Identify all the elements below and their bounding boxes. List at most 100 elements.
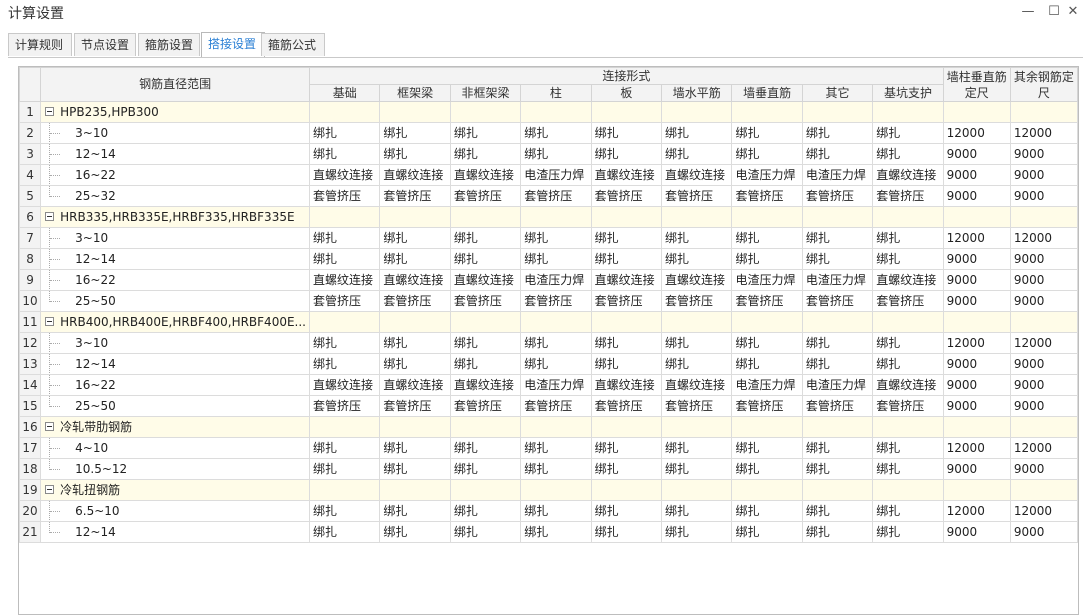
header-col[interactable]: 板 bbox=[590, 84, 663, 102]
connection-cell[interactable]: 套管挤压 bbox=[590, 395, 663, 417]
connection-cell[interactable]: 套管挤压 bbox=[731, 290, 803, 312]
table-row[interactable]: 9 16~22 直螺纹连接 直螺纹连接 直螺纹连接 电渣压力焊 直螺纹连接 直螺纹连接 电渣压力… bbox=[19, 269, 1078, 291]
connection-cell[interactable]: 绑扎 bbox=[590, 353, 663, 375]
connection-cell[interactable] bbox=[731, 416, 803, 438]
row-number[interactable]: 21 bbox=[19, 521, 42, 543]
connection-cell[interactable]: 套管挤压 bbox=[731, 395, 803, 417]
header-col[interactable]: 框架梁 bbox=[379, 84, 451, 102]
connection-cell[interactable] bbox=[449, 479, 522, 501]
connection-cell[interactable]: 绑扎 bbox=[308, 227, 381, 249]
connection-cell[interactable]: 套管挤压 bbox=[379, 395, 451, 417]
table-row[interactable]: 12 3~10 绑扎 绑扎 绑扎 绑扎 绑扎 绑扎 绑扎 绑扎 绑扎 12000 12000 bbox=[19, 332, 1078, 354]
other-length-cell[interactable]: 12000 bbox=[1009, 437, 1078, 459]
connection-cell[interactable]: 绑扎 bbox=[520, 143, 592, 165]
collapse-icon[interactable] bbox=[45, 317, 55, 326]
connection-cell[interactable]: 套管挤压 bbox=[661, 185, 733, 207]
connection-cell[interactable]: 绑扎 bbox=[661, 500, 733, 522]
wall-col-length-cell[interactable]: 9000 bbox=[942, 185, 1011, 207]
connection-cell[interactable]: 套管挤压 bbox=[520, 290, 592, 312]
connection-cell[interactable]: 绑扎 bbox=[731, 500, 803, 522]
table-row[interactable]: 10 25~50 套管挤压 套管挤压 套管挤压 套管挤压 套管挤压 套管挤压 套管挤压 套管挤压套… bbox=[19, 290, 1078, 312]
row-number[interactable]: 13 bbox=[19, 353, 42, 375]
diameter-range-cell[interactable]: 4~10 bbox=[40, 437, 310, 459]
other-length-cell[interactable]: 9000 bbox=[1009, 395, 1078, 417]
row-number[interactable]: 19 bbox=[19, 479, 42, 501]
connection-cell[interactable]: 电渣压力焊 bbox=[801, 164, 874, 186]
header-col[interactable]: 墙水平筋 bbox=[661, 84, 733, 102]
diameter-range-cell[interactable]: HRB400,HRB400E,HRBF400,HRBF400E... bbox=[40, 311, 310, 333]
connection-cell[interactable]: 绑扎 bbox=[872, 248, 944, 270]
connection-cell[interactable]: 绑扎 bbox=[449, 521, 522, 543]
connection-cell[interactable] bbox=[801, 416, 874, 438]
diameter-range-cell[interactable]: 12~14 bbox=[40, 521, 310, 543]
group-row[interactable]: 16 冷轧带肋钢筋 bbox=[19, 416, 1078, 438]
connection-cell[interactable]: 绑扎 bbox=[731, 248, 803, 270]
connection-cell[interactable]: 直螺纹连接 bbox=[590, 374, 663, 396]
wall-col-length-cell[interactable] bbox=[942, 416, 1011, 438]
connection-cell[interactable]: 绑扎 bbox=[661, 143, 733, 165]
diameter-range-cell[interactable]: HRB335,HRB335E,HRBF335,HRBF335E bbox=[40, 206, 310, 228]
wall-col-length-cell[interactable]: 9000 bbox=[942, 248, 1011, 270]
connection-cell[interactable]: 绑扎 bbox=[661, 122, 733, 144]
collapse-icon[interactable] bbox=[45, 422, 55, 431]
wall-col-length-cell[interactable] bbox=[942, 206, 1011, 228]
wall-col-length-cell[interactable]: 9000 bbox=[942, 290, 1011, 312]
connection-cell[interactable]: 套管挤压 bbox=[872, 395, 944, 417]
connection-cell[interactable]: 套管挤压 bbox=[308, 185, 381, 207]
connection-cell[interactable] bbox=[731, 101, 803, 123]
table-row[interactable]: 2 3~10 绑扎 绑扎 绑扎 绑扎 绑扎 绑扎 绑扎 绑扎 绑扎 12000 12000 bbox=[19, 122, 1078, 144]
row-number[interactable]: 8 bbox=[19, 248, 42, 270]
connection-cell[interactable] bbox=[308, 311, 381, 333]
connection-cell[interactable]: 绑扎 bbox=[449, 458, 522, 480]
connection-cell[interactable] bbox=[379, 479, 451, 501]
connection-cell[interactable] bbox=[661, 206, 733, 228]
row-number[interactable]: 14 bbox=[19, 374, 42, 396]
wall-col-length-cell[interactable]: 12000 bbox=[942, 332, 1011, 354]
connection-cell[interactable]: 套管挤压 bbox=[449, 290, 522, 312]
connection-cell[interactable]: 套管挤压 bbox=[801, 185, 874, 207]
connection-cell[interactable] bbox=[801, 311, 874, 333]
connection-cell[interactable]: 绑扎 bbox=[379, 248, 451, 270]
wall-col-length-cell[interactable] bbox=[942, 479, 1011, 501]
connection-cell[interactable] bbox=[520, 311, 592, 333]
table-row[interactable]: 5 25~32 套管挤压 套管挤压 套管挤压 套管挤压 套管挤压 套管挤压 套管挤压 套管挤压 套管… bbox=[19, 185, 1078, 207]
connection-cell[interactable]: 绑扎 bbox=[872, 353, 944, 375]
connection-cell[interactable]: 绑扎 bbox=[520, 227, 592, 249]
connection-cell[interactable]: 绑扎 bbox=[801, 248, 874, 270]
table-row[interactable]: 15 25~50 套管挤压 套管挤压 套管挤压 套管挤压 套管挤压 套管挤压 套管挤压 套管挤压套… bbox=[19, 395, 1078, 417]
connection-cell[interactable]: 绑扎 bbox=[872, 122, 944, 144]
connection-cell[interactable] bbox=[379, 206, 451, 228]
connection-cell[interactable] bbox=[801, 206, 874, 228]
wall-col-length-cell[interactable]: 9000 bbox=[942, 458, 1011, 480]
connection-cell[interactable]: 绑扎 bbox=[872, 437, 944, 459]
row-number[interactable]: 4 bbox=[19, 164, 42, 186]
connection-cell[interactable]: 直螺纹连接 bbox=[661, 269, 733, 291]
row-number[interactable]: 5 bbox=[19, 185, 42, 207]
connection-cell[interactable]: 直螺纹连接 bbox=[308, 374, 381, 396]
connection-cell[interactable] bbox=[520, 416, 592, 438]
collapse-icon[interactable] bbox=[45, 212, 55, 221]
connection-cell[interactable]: 绑扎 bbox=[590, 227, 663, 249]
connection-cell[interactable] bbox=[872, 479, 944, 501]
tab-stirrup-formula[interactable]: 箍筋公式 bbox=[261, 33, 325, 56]
connection-cell[interactable] bbox=[449, 311, 522, 333]
connection-cell[interactable]: 绑扎 bbox=[308, 437, 381, 459]
other-length-cell[interactable]: 9000 bbox=[1009, 269, 1078, 291]
connection-cell[interactable]: 套管挤压 bbox=[308, 395, 381, 417]
row-number[interactable]: 1 bbox=[19, 101, 42, 123]
connection-cell[interactable]: 绑扎 bbox=[449, 332, 522, 354]
other-length-cell[interactable]: 9000 bbox=[1009, 185, 1078, 207]
connection-cell[interactable]: 绑扎 bbox=[731, 521, 803, 543]
connection-cell[interactable] bbox=[590, 101, 663, 123]
connection-cell[interactable]: 电渣压力焊 bbox=[731, 374, 803, 396]
connection-cell[interactable]: 绑扎 bbox=[801, 458, 874, 480]
connection-cell[interactable]: 直螺纹连接 bbox=[379, 269, 451, 291]
other-length-cell[interactable]: 12000 bbox=[1009, 227, 1078, 249]
connection-cell[interactable]: 套管挤压 bbox=[872, 185, 944, 207]
other-length-cell[interactable]: 9000 bbox=[1009, 458, 1078, 480]
wall-col-length-cell[interactable]: 12000 bbox=[942, 227, 1011, 249]
other-length-cell[interactable] bbox=[1009, 416, 1078, 438]
connection-cell[interactable]: 绑扎 bbox=[520, 248, 592, 270]
connection-cell[interactable] bbox=[590, 416, 663, 438]
table-row[interactable]: 20 6.5~10 绑扎 绑扎 绑扎 绑扎 绑扎 绑扎 绑扎 绑扎 绑扎 12000 12000 bbox=[19, 500, 1078, 522]
